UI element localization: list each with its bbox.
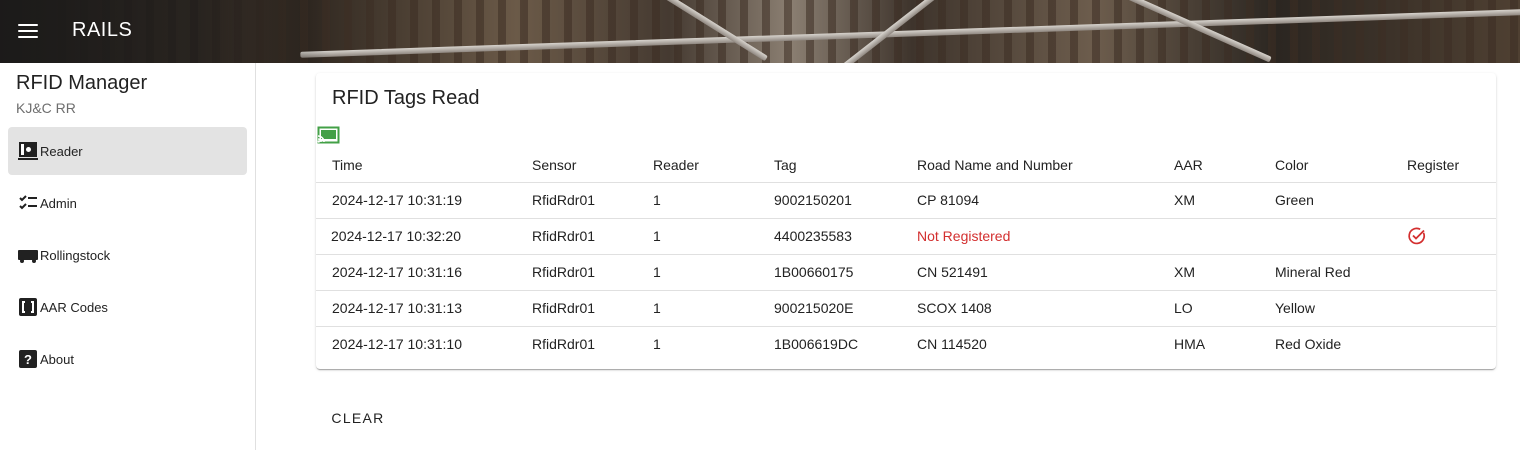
cell-color: Yellow [1275,290,1407,327]
cell-time: 2024-12-17 10:31:10 [332,336,462,353]
sidebar-item-label: Reader [40,143,83,159]
checklist-icon [17,192,39,214]
cell-sensor: RfidRdr01 [532,218,653,255]
cast-connected-icon[interactable] [317,126,341,144]
column-header-time[interactable]: Time [316,149,532,183]
cell-aar: HMA [1174,336,1206,353]
register-check-icon[interactable] [1407,226,1427,246]
sidebar-item-label: Admin [40,195,77,211]
sidebar-item-admin[interactable]: Admin [8,179,247,227]
cell-color: Red Oxide [1275,336,1342,353]
column-header-aar[interactable]: AAR [1174,149,1275,183]
svg-text:?: ? [24,352,32,367]
cell-reader: 1 [653,218,774,255]
cell-road: SCOX 1408 [917,290,1174,327]
data-array-icon [17,296,39,318]
sidebar-item-reader[interactable]: Reader [8,127,247,175]
cell-register [1407,326,1496,362]
cell-register [1407,182,1496,219]
column-header-register[interactable]: Register [1407,149,1496,183]
cell-tag: 4400235583 [774,218,917,255]
table-row[interactable]: 2024-12-17 10:31:19 RfidRdr01 1 90021502… [316,182,1496,219]
cell-register [1407,290,1496,327]
sidebar: RFID Manager KJ&C RR Reader Admin Rollin… [0,63,256,450]
cell-tag: 900215020E [774,290,917,327]
cell-time: 2024-12-17 10:31:13 [316,290,532,327]
cell-aar [1174,218,1275,255]
cell-reader: 1 [653,254,774,291]
rail-decoration [1068,0,1272,63]
cell-register [1407,254,1496,291]
column-header-color[interactable]: Color [1275,149,1407,183]
app-title: RAILS [72,19,133,41]
table-row[interactable]: 2024-12-17 10:32:20 RfidRdr01 1 44002355… [316,218,1496,255]
table-row[interactable]: 2024-12-17 10:31:13 RfidRdr01 1 90021502… [316,290,1496,327]
sidebar-item-aar-codes[interactable]: AAR Codes [8,283,247,331]
column-header-tag[interactable]: Tag [774,149,917,183]
sidebar-item-label: Rollingstock [40,247,111,263]
cell-time: 2024-12-17 10:31:19 [316,182,532,219]
cell-tag: 1B006619DC [774,336,859,353]
cell-register [1407,218,1496,255]
rfid-tags-card: RFID Tags Read Time Sensor Reader Tag Ro… [316,73,1496,369]
table-row[interactable]: 2024-12-17 10:31:16 RfidRdr01 1 1B006601… [316,254,1496,291]
cell-aar: XM [1174,182,1275,219]
table-header-row: Time Sensor Reader Tag Road Name and Num… [316,149,1496,183]
column-header-road[interactable]: Road Name and Number [917,149,1174,183]
train-car-icon [17,244,39,266]
cell-tag: 9002150201 [774,182,917,219]
cell-sensor: RfidRdr01 [532,336,596,353]
cell-time: 2024-12-17 10:32:20 [316,218,532,255]
cell-aar: LO [1174,290,1275,327]
help-icon: ? [17,348,39,370]
cell-time: 2024-12-17 10:31:16 [316,254,532,291]
cell-road: CP 81094 [917,182,1174,219]
cell-color: Green [1275,182,1407,219]
cell-road-not-registered: Not Registered [917,218,1174,255]
app-bar: RAILS [0,0,1520,63]
column-header-reader[interactable]: Reader [653,149,774,183]
clear-button[interactable]: CLEAR [322,400,394,436]
cell-road: CN 521491 [917,254,1174,291]
cell-reader: 1 [653,290,774,327]
cell-reader: 1 [653,336,661,353]
cell-reader: 1 [653,182,774,219]
card-title: RFID Tags Read [332,87,480,109]
sidebar-item-about[interactable]: ? About [8,335,247,383]
column-header-sensor[interactable]: Sensor [532,149,653,183]
menu-icon[interactable] [14,17,42,45]
cell-road: CN 114520 [917,336,987,353]
cell-color [1275,218,1407,255]
rfid-tags-table: Time Sensor Reader Tag Road Name and Num… [316,149,1496,362]
cell-aar: XM [1174,254,1275,291]
rail-decoration [612,0,768,62]
cell-sensor: RfidRdr01 [532,254,653,291]
cell-tag: 1B00660175 [774,254,917,291]
sidebar-item-label: AAR Codes [40,299,108,315]
cell-sensor: RfidRdr01 [532,290,653,327]
cell-color: Mineral Red [1275,254,1407,291]
table-row[interactable]: 2024-12-17 10:31:10 RfidRdr01 1 1B006619… [316,326,1496,362]
sidebar-subtitle: KJ&C RR [16,100,76,116]
sidebar-title: RFID Manager [16,72,148,94]
cell-sensor: RfidRdr01 [532,182,653,219]
sidebar-item-rollingstock[interactable]: Rollingstock [8,231,247,279]
sidebar-item-label: About [40,351,74,367]
reader-icon [17,140,39,162]
